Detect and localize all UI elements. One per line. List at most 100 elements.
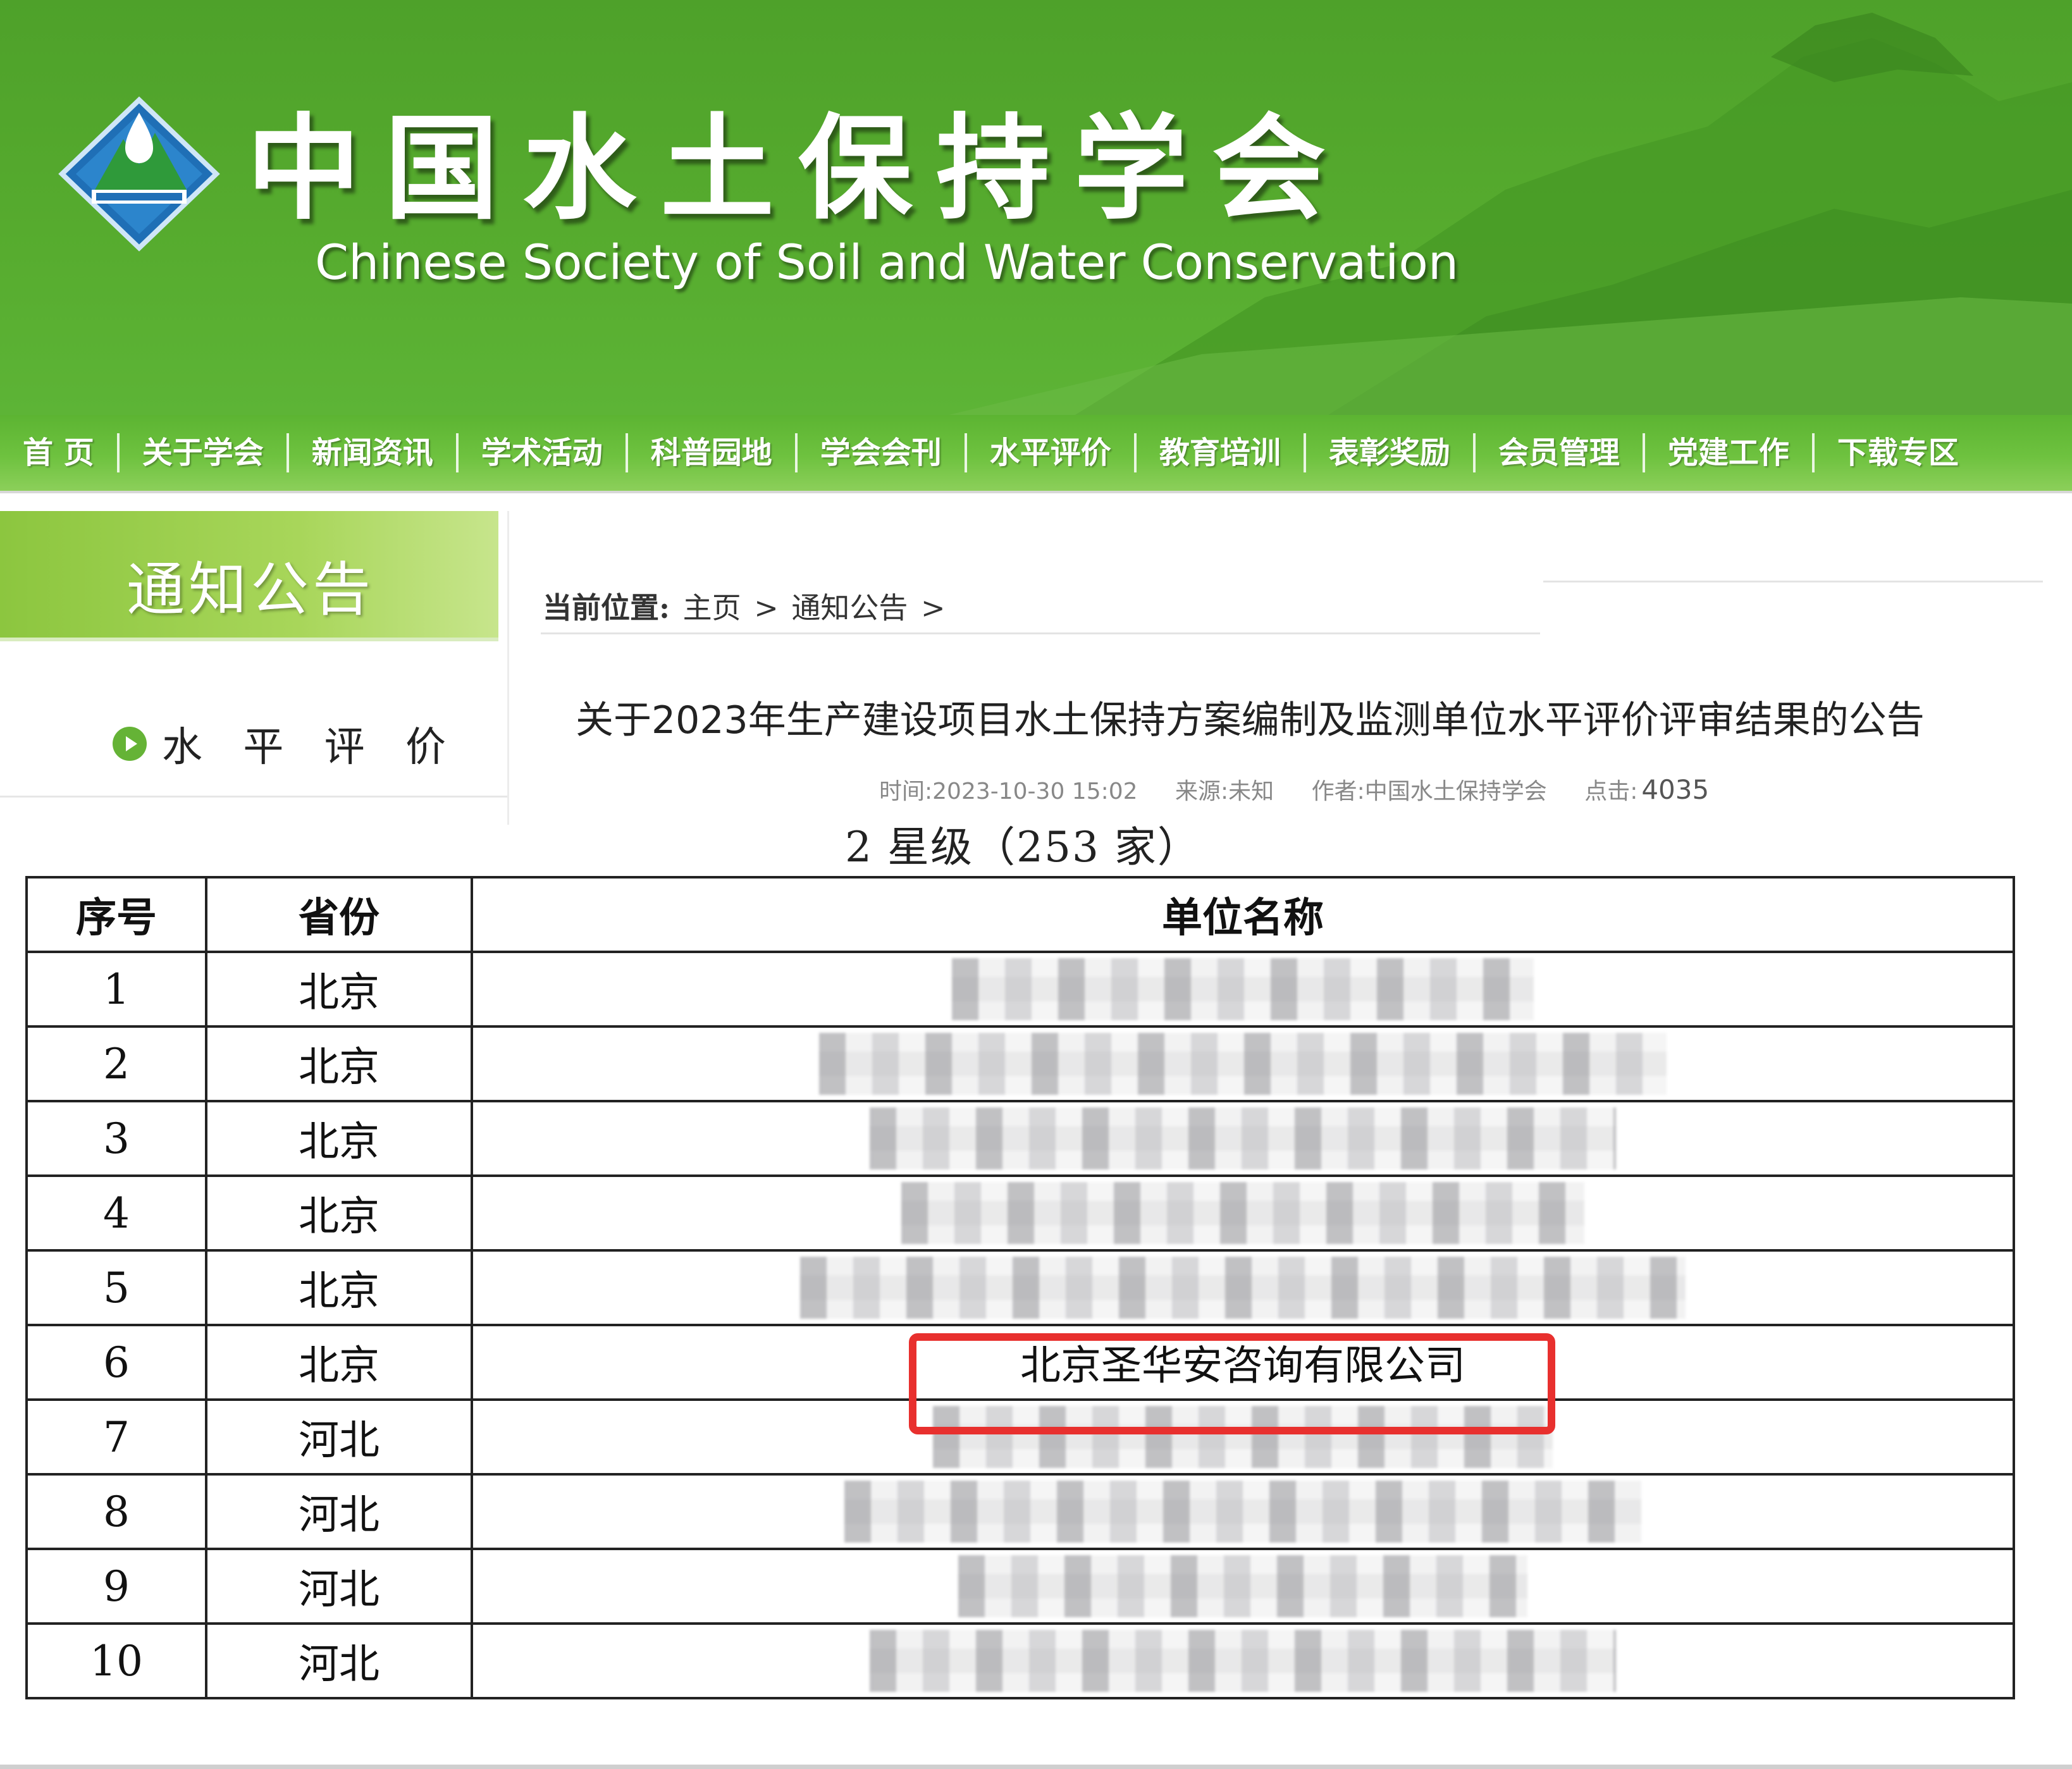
row-province: 北京: [205, 1100, 473, 1177]
row-number: 3: [25, 1100, 207, 1177]
site-subtitle: Chinese Society of Soil and Water Conser…: [315, 234, 1459, 290]
sidebar-heading: 通知公告: [126, 556, 375, 624]
table-header-row: 序号 省份 单位名称: [25, 876, 2015, 953]
breadcrumb-home-link[interactable]: 主页: [683, 591, 741, 625]
row-province: 河北: [205, 1398, 473, 1476]
row-number: 9: [25, 1548, 207, 1625]
breadcrumb: 当前位置: 主页 > 通知公告 >: [543, 585, 946, 627]
nav-item-evaluation[interactable]: 水平评价: [967, 433, 1134, 472]
article-title: 关于2023年生产建设项目水土保持方案编制及监测单位水平评价评审结果的公告: [576, 698, 1925, 743]
table-row: 8 河北: [25, 1473, 2015, 1550]
breadcrumb-separator: >: [754, 591, 779, 625]
pixelated-redaction: [870, 1630, 1616, 1692]
site-header-banner: 中国水土保持学会 Chinese Society of Soil and Wat…: [0, 0, 2072, 415]
row-unit-name-cell: [471, 1622, 2015, 1699]
row-unit-name-cell: [471, 1249, 2015, 1326]
nav-item-training[interactable]: 教育培训: [1137, 433, 1304, 472]
row-unit-name-cell: [471, 1100, 2015, 1177]
table-row-highlighted: 6 北京 北京圣华安咨询有限公司: [25, 1324, 2015, 1401]
row-province: 北京: [205, 951, 473, 1028]
pixelated-redaction: [870, 1107, 1616, 1169]
row-unit-name-cell: [471, 1473, 2015, 1550]
table-row: 2 北京: [25, 1025, 2015, 1102]
pixelated-redaction: [958, 1555, 1527, 1617]
breadcrumb-underline: [541, 632, 1540, 634]
row-province: 北京: [205, 1174, 473, 1252]
nav-item-news[interactable]: 新闻资讯: [289, 433, 456, 472]
table-row: 7 河北: [25, 1398, 2015, 1476]
row-number: 1: [25, 951, 207, 1028]
result-table: 序号 省份 单位名称 1 北京 2 北京 3 北京 4 北京 5 北京 6 北京…: [25, 876, 2015, 1699]
nav-item-about[interactable]: 关于学会: [120, 433, 287, 472]
nav-item-science[interactable]: 科普园地: [628, 433, 795, 472]
row-unit-name-cell: [471, 1398, 2015, 1476]
row-province: 北京: [205, 1249, 473, 1326]
table-row: 5 北京: [25, 1249, 2015, 1326]
breadcrumb-separator: >: [921, 591, 946, 625]
sidebar-item-evaluation[interactable]: 水 平 评 价: [113, 715, 460, 773]
pixelated-redaction: [819, 1033, 1667, 1095]
row-province: 北京: [205, 1025, 473, 1102]
site-title: 中国水土保持学会: [247, 102, 1350, 235]
row-number: 8: [25, 1473, 207, 1550]
sidebar-border: [507, 511, 509, 825]
table-row: 4 北京: [25, 1174, 2015, 1252]
pixelated-redaction: [933, 1406, 1553, 1468]
row-province: 河北: [205, 1622, 473, 1699]
nav-separator: [794, 433, 798, 472]
row-province: 河北: [205, 1548, 473, 1625]
row-unit-name: 北京圣华安咨询有限公司: [471, 1324, 2015, 1401]
table-row: 9 河北: [25, 1548, 2015, 1625]
sidebar-heading-panel: 通知公告: [0, 511, 498, 641]
article-time: 时间:2023-10-30 15:02: [879, 779, 1138, 804]
column-header-province: 省份: [205, 876, 473, 953]
row-province: 北京: [205, 1324, 473, 1401]
breadcrumb-label: 当前位置:: [543, 591, 670, 625]
column-header-unit-name: 单位名称: [471, 876, 2015, 953]
row-number: 7: [25, 1398, 207, 1476]
nav-item-awards[interactable]: 表彰奖励: [1306, 433, 1473, 472]
row-number: 4: [25, 1174, 207, 1252]
table-row: 1 北京: [25, 951, 2015, 1028]
sidebar-divider: [0, 796, 509, 798]
nav-item-journal[interactable]: 学会会刊: [798, 433, 965, 472]
row-number: 5: [25, 1249, 207, 1326]
pixelated-redaction: [901, 1182, 1584, 1244]
row-unit-name-cell: [471, 1548, 2015, 1625]
nav-item-home[interactable]: 首 页: [0, 433, 117, 472]
table-row: 10 河北: [25, 1622, 2015, 1699]
nav-separator: [1133, 433, 1137, 472]
column-header-number: 序号: [25, 876, 207, 953]
breadcrumb-top-rule: [1543, 581, 2043, 582]
pixelated-redaction: [844, 1481, 1641, 1543]
nav-separator: [964, 433, 967, 472]
nav-separator: [455, 433, 459, 472]
nav-separator: [1811, 433, 1815, 472]
row-unit-name-cell: [471, 1025, 2015, 1102]
nav-divider: [0, 491, 2072, 493]
page-bottom-rule: [0, 1765, 2072, 1769]
breadcrumb-section-link[interactable]: 通知公告: [791, 591, 908, 625]
article-meta: 时间:2023-10-30 15:02 来源:未知 作者:中国水土保持学会 点击…: [879, 773, 1739, 806]
article-author: 作者:中国水土保持学会: [1311, 779, 1547, 804]
star-level-heading: 2 星级（253 家）: [845, 823, 1200, 872]
main-nav: 首 页 关于学会 新闻资讯 学术活动 科普园地 学会会刊 水平评价 教育培训 表…: [0, 415, 2072, 491]
nav-separator: [625, 433, 628, 472]
nav-separator: [1642, 433, 1645, 472]
table-row: 3 北京: [25, 1100, 2015, 1177]
article-source: 来源:未知: [1175, 779, 1274, 804]
row-unit-name-cell: [471, 1174, 2015, 1252]
row-number: 10: [25, 1622, 207, 1699]
nav-item-downloads[interactable]: 下载专区: [1815, 433, 1982, 472]
play-circle-icon: [113, 727, 147, 761]
nav-separator: [116, 433, 120, 472]
nav-separator: [1303, 433, 1306, 472]
pixelated-redaction: [952, 958, 1534, 1020]
page: 中国水土保持学会 Chinese Society of Soil and Wat…: [0, 0, 2072, 1769]
nav-item-party[interactable]: 党建工作: [1645, 433, 1812, 472]
nav-item-members[interactable]: 会员管理: [1476, 433, 1643, 472]
nav-separator: [286, 433, 289, 472]
row-province: 河北: [205, 1473, 473, 1550]
nav-item-academic[interactable]: 学术活动: [459, 433, 626, 472]
sidebar-item-label: 水 平 评 价: [162, 724, 460, 771]
